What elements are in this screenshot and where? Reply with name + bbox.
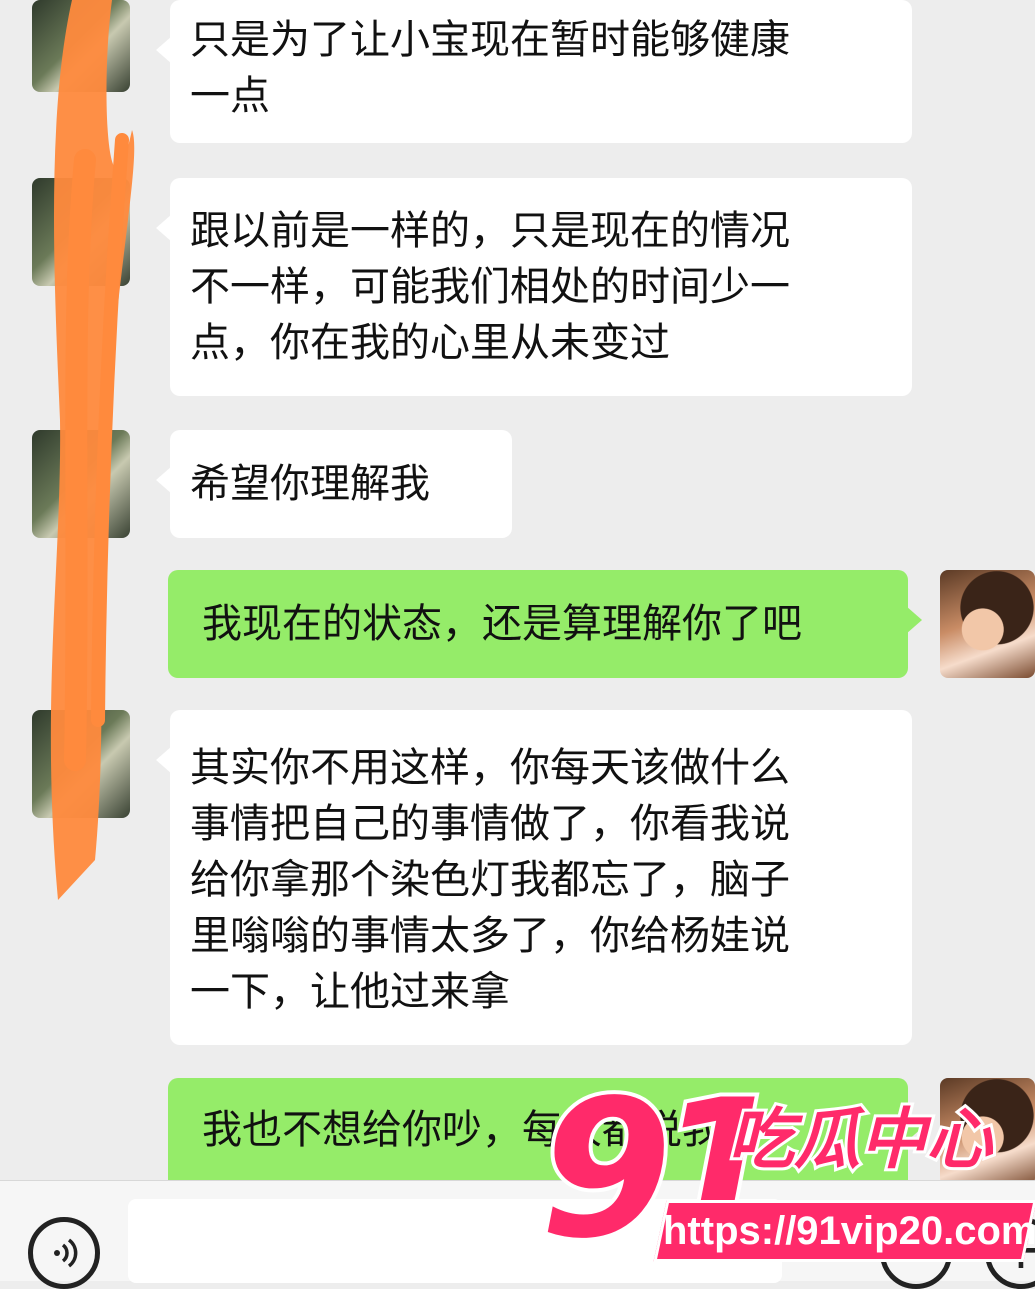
voice-icon[interactable]: [28, 1217, 100, 1289]
contact-avatar[interactable]: [32, 430, 130, 538]
message-bubble-outgoing[interactable]: 我现在的状态，还是算理解你了吧: [168, 570, 922, 678]
message-input[interactable]: [128, 1199, 782, 1283]
voice-waves-icon: [54, 1238, 78, 1268]
message-input-bar: +: [0, 1180, 1035, 1289]
contact-avatar[interactable]: [32, 710, 130, 818]
message-bubble-incoming[interactable]: 只是为了让小宝现在暂时能够健康 一点: [156, 0, 912, 143]
emoji-icon[interactable]: [880, 1217, 952, 1289]
plus-icon[interactable]: +: [985, 1217, 1035, 1289]
message-bubble-incoming[interactable]: 其实你不用这样，你每天该做什么 事情把自己的事情做了，你看我说 给你拿那个染色灯…: [156, 710, 912, 1045]
my-avatar[interactable]: [940, 1078, 1035, 1180]
chat-message-list[interactable]: 只是为了让小宝现在暂时能够健康 一点 跟以前是一样的，只是现在的情况 不一样，可…: [0, 0, 1035, 1180]
contact-avatar[interactable]: [32, 0, 130, 92]
contact-avatar[interactable]: [32, 178, 130, 286]
message-bubble-outgoing[interactable]: 我也不想给你吵，每次都说我: [168, 1078, 922, 1180]
my-avatar[interactable]: [940, 570, 1035, 678]
message-bubble-incoming[interactable]: 跟以前是一样的，只是现在的情况 不一样，可能我们相处的时间少一 点，你在我的心里…: [156, 178, 912, 396]
message-bubble-incoming[interactable]: 希望你理解我: [156, 430, 512, 538]
